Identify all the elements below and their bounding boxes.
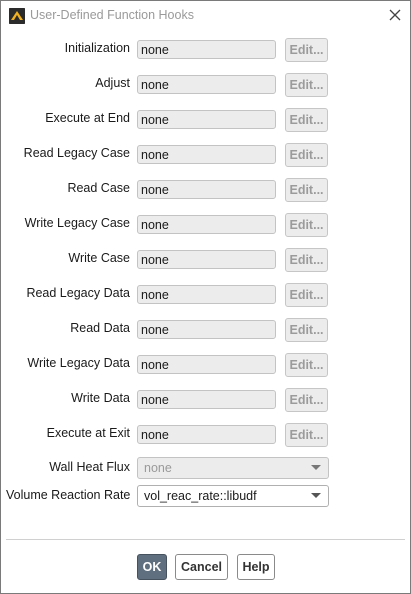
hook-value-field[interactable]: none — [137, 355, 276, 374]
hook-label: Read Legacy Case — [23, 146, 130, 160]
hook-value-field[interactable]: none — [137, 390, 276, 409]
hook-label: Write Data — [71, 391, 130, 405]
edit-button[interactable]: Edit... — [285, 353, 328, 377]
ansys-fluent-app-icon — [9, 8, 25, 24]
wall-heat-flux-selected: none — [144, 461, 172, 475]
hook-row: Initialization none Edit... — [1, 38, 410, 62]
hook-value-field[interactable]: none — [137, 145, 276, 164]
hook-label: Read Legacy Data — [26, 286, 130, 300]
hook-value-field[interactable]: none — [137, 320, 276, 339]
hook-value-field[interactable]: none — [137, 425, 276, 444]
edit-button[interactable]: Edit... — [285, 213, 328, 237]
wall-heat-flux-dropdown[interactable]: none — [137, 457, 329, 479]
volume-reaction-rate-selected: vol_reac_rate::libudf — [144, 489, 257, 503]
wall-heat-flux-row: Wall Heat Flux none — [1, 457, 410, 481]
hook-value-field[interactable]: none — [137, 285, 276, 304]
hook-value-field[interactable]: none — [137, 215, 276, 234]
edit-button[interactable]: Edit... — [285, 38, 328, 62]
hook-row: Read Case none Edit... — [1, 178, 410, 202]
volume-reaction-rate-dropdown[interactable]: vol_reac_rate::libudf — [137, 485, 329, 507]
ok-button[interactable]: OK — [137, 554, 167, 580]
chevron-down-icon — [311, 465, 321, 470]
udf-hooks-dialog: User-Defined Function Hooks Initializati… — [0, 0, 411, 594]
chevron-down-icon — [311, 493, 321, 498]
hook-value-field[interactable]: none — [137, 250, 276, 269]
edit-button[interactable]: Edit... — [285, 73, 328, 97]
dialog-title: User-Defined Function Hooks — [30, 8, 194, 22]
hook-row: Read Legacy Data none Edit... — [1, 283, 410, 307]
edit-button[interactable]: Edit... — [285, 423, 328, 447]
footer-divider — [6, 539, 405, 540]
edit-button[interactable]: Edit... — [285, 143, 328, 167]
hook-row: Execute at Exit none Edit... — [1, 423, 410, 447]
hook-label: Read Data — [70, 321, 130, 335]
hook-label: Adjust — [95, 76, 130, 90]
hook-label: Write Legacy Case — [24, 216, 130, 230]
hook-value-field[interactable]: none — [137, 180, 276, 199]
edit-button[interactable]: Edit... — [285, 108, 328, 132]
volume-reaction-rate-row: Volume Reaction Rate vol_reac_rate::libu… — [1, 485, 410, 509]
hook-value-field[interactable]: none — [137, 110, 276, 129]
edit-button[interactable]: Edit... — [285, 388, 328, 412]
hook-value-field[interactable]: none — [137, 40, 276, 59]
volume-reaction-rate-label: Volume Reaction Rate — [6, 488, 131, 502]
help-button[interactable]: Help — [237, 554, 275, 580]
hook-label: Write Legacy Data — [27, 356, 130, 370]
title-bar: User-Defined Function Hooks — [1, 1, 410, 31]
hook-label: Read Case — [67, 181, 130, 195]
hook-row: Write Data none Edit... — [1, 388, 410, 412]
hook-row: Write Legacy Data none Edit... — [1, 353, 410, 377]
close-icon[interactable] — [386, 6, 404, 24]
edit-button[interactable]: Edit... — [285, 283, 328, 307]
hook-label: Write Case — [68, 251, 130, 265]
hook-label: Execute at Exit — [46, 426, 130, 440]
hook-row: Write Case none Edit... — [1, 248, 410, 272]
hook-row: Write Legacy Case none Edit... — [1, 213, 410, 237]
edit-button[interactable]: Edit... — [285, 178, 328, 202]
hook-value-field[interactable]: none — [137, 75, 276, 94]
hook-row: Adjust none Edit... — [1, 73, 410, 97]
hook-row: Read Legacy Case none Edit... — [1, 143, 410, 167]
edit-button[interactable]: Edit... — [285, 318, 328, 342]
hook-row: Execute at End none Edit... — [1, 108, 410, 132]
wall-heat-flux-label: Wall Heat Flux — [49, 460, 130, 474]
edit-button[interactable]: Edit... — [285, 248, 328, 272]
hook-label: Initialization — [64, 41, 130, 55]
hook-row: Read Data none Edit... — [1, 318, 410, 342]
hook-label: Execute at End — [45, 111, 130, 125]
cancel-button[interactable]: Cancel — [175, 554, 228, 580]
